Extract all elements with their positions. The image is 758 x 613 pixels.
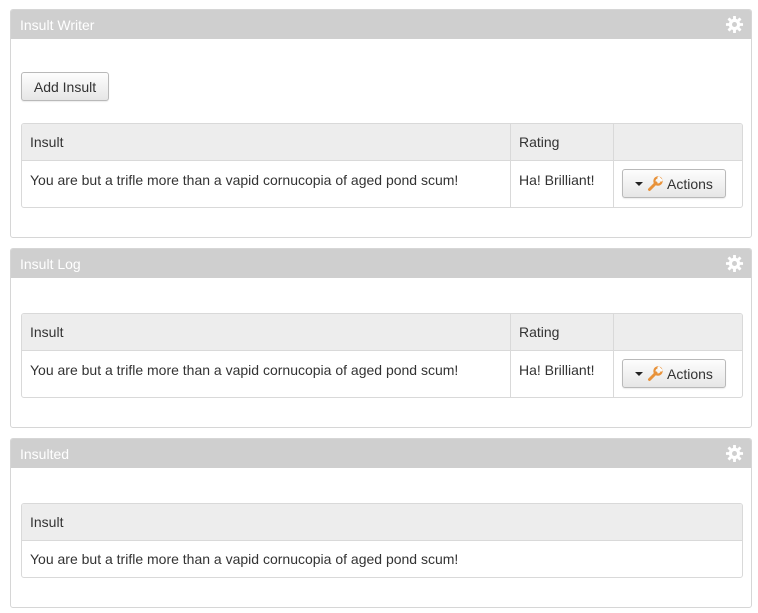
actions-cell: Actions [613, 160, 742, 207]
gear-icon[interactable] [725, 254, 744, 273]
wrench-icon [648, 366, 663, 381]
panel-title: Insult Log [20, 256, 81, 272]
panel-header: Insult Writer [11, 10, 751, 39]
panel-header: Insulted [11, 439, 751, 468]
column-header-rating: Rating [510, 314, 614, 351]
table-row: You are but a trifle more than a vapid c… [22, 350, 742, 397]
insult-cell: You are but a trifle more than a vapid c… [30, 172, 459, 188]
wrench-icon [648, 176, 663, 191]
gear-icon[interactable] [725, 444, 744, 463]
insulted-table: Insult You are but a trifle more than a … [21, 503, 743, 578]
actions-button[interactable]: Actions [622, 169, 726, 198]
column-header-insult: Insult [22, 124, 511, 161]
column-header-actions [613, 124, 742, 161]
panel-title: Insult Writer [20, 17, 95, 33]
actions-button[interactable]: Actions [622, 359, 726, 388]
column-header-insult: Insult [22, 314, 511, 351]
insult-cell: You are but a trifle more than a vapid c… [30, 551, 459, 567]
actions-label: Actions [667, 176, 713, 192]
actions-label: Actions [667, 366, 713, 382]
insult-writer-panel: Insult Writer Add Insult Insult Rating Y… [10, 9, 752, 238]
caret-down-icon [635, 182, 643, 186]
insult-writer-table: Insult Rating You are but a trifle more … [21, 123, 743, 208]
caret-down-icon [635, 372, 643, 376]
rating-cell: Ha! Brilliant! [510, 160, 614, 207]
table-row: You are but a trifle more than a vapid c… [22, 541, 742, 578]
insult-cell: You are but a trifle more than a vapid c… [30, 362, 459, 378]
table-row: You are but a trifle more than a vapid c… [22, 160, 742, 207]
panel-header: Insult Log [11, 249, 751, 278]
column-header-rating: Rating [510, 124, 614, 161]
column-header-insult: Insult [22, 504, 742, 541]
actions-cell: Actions [613, 350, 742, 397]
add-insult-button[interactable]: Add Insult [21, 72, 109, 101]
insult-log-panel: Insult Log Insult Rating You are but a t… [10, 248, 752, 428]
column-header-actions [613, 314, 742, 351]
insulted-panel: Insulted Insult You are but a trifle mor… [10, 438, 752, 608]
insult-log-table: Insult Rating You are but a trifle more … [21, 313, 743, 398]
gear-icon[interactable] [725, 15, 744, 34]
panel-title: Insulted [20, 446, 70, 462]
rating-cell: Ha! Brilliant! [510, 350, 614, 397]
